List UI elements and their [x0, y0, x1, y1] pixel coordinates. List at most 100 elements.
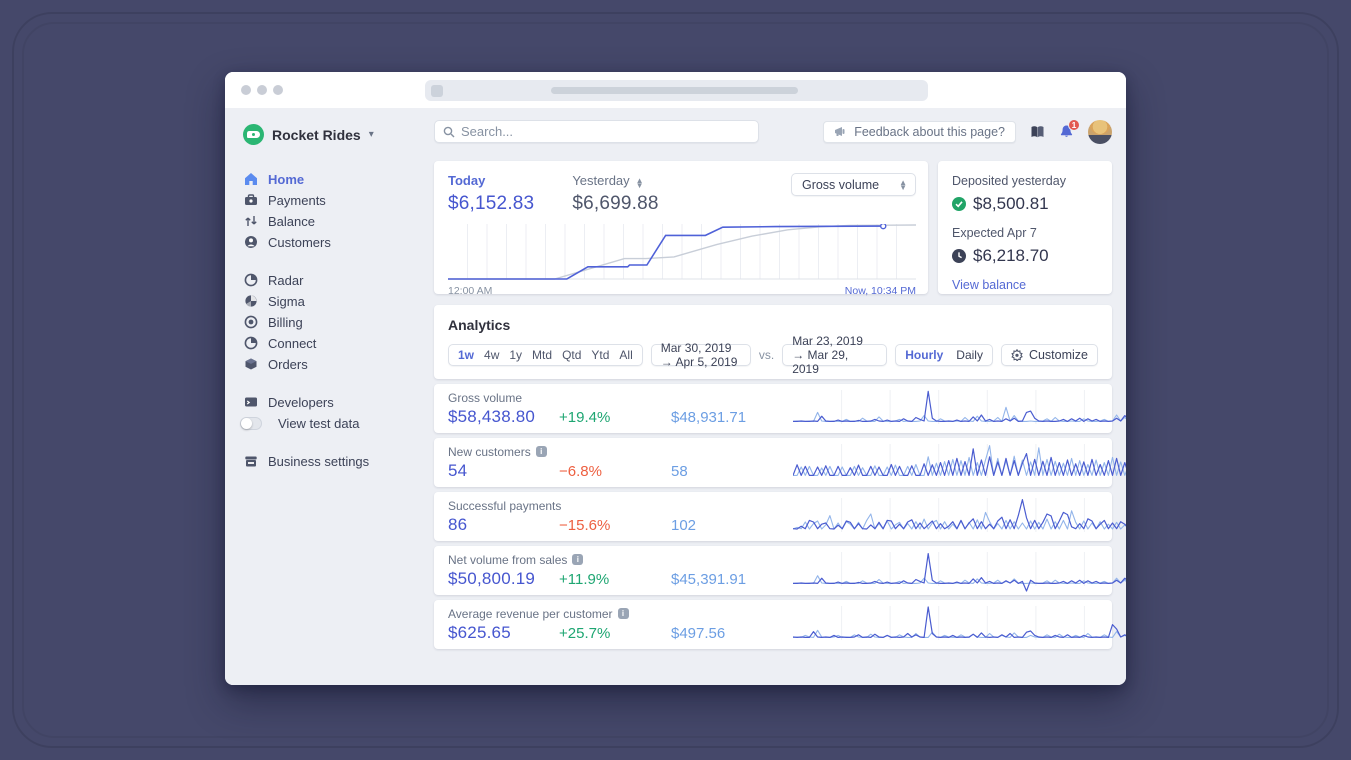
metric-row-successful-payments[interactable]: Successful payments 86 −15.6% 102 [434, 492, 1126, 541]
metric-compare-value: 102 [671, 516, 697, 534]
metric-delta: −6.8% [559, 462, 602, 480]
sidebar-item-orders[interactable]: Orders [243, 354, 420, 374]
metric-row-average-revenue[interactable]: Average revenue per customer i $625.65 +2… [434, 600, 1126, 649]
metric-row-new-customers[interactable]: New customers i 54 −6.8% 58 [434, 438, 1126, 487]
sidebar-item-label: Developers [268, 394, 334, 410]
orders-box-icon [243, 357, 258, 372]
test-data-toggle[interactable] [240, 416, 262, 430]
info-icon[interactable]: i [572, 554, 584, 565]
metric-row-net-volume[interactable]: Net volume from sales i $50,800.19 +11.9%… [434, 546, 1126, 595]
range-segmented-control: 1w 4w 1y Mtd Qtd Ytd All [448, 344, 643, 366]
person-icon [243, 235, 258, 250]
sidebar-item-view-test-data[interactable]: View test data [240, 413, 420, 433]
main-area: Feedback about this page? 1 [420, 108, 1126, 685]
compare-period-picker[interactable]: Mar 23, 2019 → Mar 29, 2019 [782, 334, 888, 376]
granularity-hourly[interactable]: Hourly [905, 348, 943, 362]
sidebar-item-label: Payments [268, 192, 326, 208]
sidebar-item-billing[interactable]: Billing [243, 312, 420, 332]
sidebar-item-connect[interactable]: Connect [243, 333, 420, 353]
storefront-icon [243, 454, 258, 469]
metric-row-gross-volume[interactable]: Gross volume $58,438.80 +19.4% $48,931.7… [434, 384, 1126, 433]
docs-button[interactable] [1030, 125, 1045, 139]
sidebar-item-label: Connect [268, 335, 317, 351]
avatar[interactable] [1088, 119, 1112, 144]
range-all[interactable]: All [614, 348, 637, 362]
metric-label: New customers [448, 444, 531, 459]
address-bar[interactable] [425, 80, 928, 101]
briefcase-icon [243, 193, 258, 208]
volume-overview-card: Today $6,152.83 Yesterday ▲ ▼ $6,699.88 Gr… [434, 161, 928, 297]
sidebar-item-payments[interactable]: Payments [243, 190, 420, 210]
metric-label: Gross volume [448, 390, 523, 405]
feedback-button[interactable]: Feedback about this page? [823, 120, 1016, 143]
range-1y[interactable]: 1y [504, 348, 527, 362]
window-zoom-button[interactable] [273, 85, 283, 95]
deposited-amount: $8,500.81 [973, 194, 1049, 213]
connect-swirl-icon [243, 336, 258, 351]
sidebar-item-sigma[interactable]: Sigma [243, 291, 420, 311]
view-balance-link[interactable]: View balance [952, 278, 1098, 292]
yesterday-label[interactable]: Yesterday ▲ ▼ [572, 173, 658, 190]
today-vs-yesterday-chart [448, 224, 916, 280]
axis-now-label: Now, 10:34 PM [844, 285, 916, 297]
window-close-button[interactable] [241, 85, 251, 95]
sidebar-item-label: Customers [268, 234, 331, 250]
notifications-button[interactable]: 1 [1059, 119, 1080, 139]
radar-icon [243, 273, 258, 288]
metric-value: $625.65 [448, 622, 511, 642]
range-mtd[interactable]: Mtd [527, 348, 557, 362]
clock-icon [952, 249, 966, 263]
search-icon [443, 126, 455, 137]
vs-label: vs. [758, 348, 775, 362]
info-icon[interactable]: i [617, 608, 629, 619]
window-minimize-button[interactable] [257, 85, 267, 95]
metric-delta: +25.7% [559, 624, 611, 642]
metric-value: 86 [448, 514, 468, 534]
sidebar-item-developers[interactable]: Developers [243, 392, 420, 412]
browser-window: Rocket Rides ▾ Home Payments Balance Cus… [225, 72, 1126, 685]
metric-delta: −15.6% [559, 516, 611, 534]
sidebar-item-radar[interactable]: Radar [243, 270, 420, 290]
analytics-header-card: Analytics 1w 4w 1y Mtd Qtd Ytd All Mar 3… [434, 305, 1112, 379]
customize-button[interactable]: Customize [1000, 344, 1098, 366]
granularity-toggle: Hourly Daily [895, 344, 993, 366]
search-box[interactable] [434, 120, 759, 143]
deposited-yesterday-label: Deposited yesterday [952, 174, 1066, 188]
info-icon[interactable]: i [535, 446, 547, 457]
metric-compare-value: $45,391.91 [671, 570, 747, 588]
terminal-icon [243, 395, 258, 410]
range-4w[interactable]: 4w [479, 348, 504, 362]
range-qtd[interactable]: Qtd [557, 348, 586, 362]
sidebar-item-customers[interactable]: Customers [243, 232, 420, 252]
sidebar-item-business-settings[interactable]: Business settings [243, 451, 420, 471]
granularity-daily[interactable]: Daily [956, 348, 983, 362]
sidebar-item-label: Home [268, 171, 305, 187]
sidebar-item-balance[interactable]: Balance [243, 211, 420, 231]
today-label[interactable]: Today [448, 173, 534, 188]
expected-amount: $6,218.70 [973, 246, 1049, 265]
analytics-title: Analytics [448, 317, 511, 333]
metric-compare-value: $48,931.71 [671, 408, 747, 426]
expected-label: Expected Apr 7 [952, 226, 1037, 240]
axis-start-label: 12:00 AM [448, 285, 493, 297]
range-ytd[interactable]: Ytd [586, 348, 614, 362]
search-input[interactable] [461, 124, 750, 139]
sidebar-item-home[interactable]: Home [243, 169, 420, 189]
sidebar-item-label: Radar [268, 272, 304, 288]
yesterday-amount: $6,699.88 [572, 193, 659, 214]
feedback-label: Feedback about this page? [854, 124, 1005, 139]
url-text-placeholder [551, 87, 798, 94]
account-name: Rocket Rides [272, 126, 361, 143]
sigma-pie-icon [243, 294, 258, 309]
account-switcher[interactable]: Rocket Rides ▾ [243, 124, 420, 145]
range-1w[interactable]: 1w [453, 348, 479, 362]
metric-select-dropdown[interactable]: Gross volume ▲ ▼ [790, 173, 916, 196]
metric-compare-value: 58 [671, 462, 688, 480]
sidebar-nav: Home Payments Balance Customers Radar Si… [240, 169, 420, 471]
metric-label: Successful payments [448, 498, 562, 513]
sidebar-item-label: Balance [268, 213, 315, 229]
sidebar-item-label: Orders [268, 356, 308, 372]
home-icon [243, 172, 258, 187]
period-picker[interactable]: Mar 30, 2019 → Apr 5, 2019 [650, 341, 751, 369]
metric-label: Net volume from sales [448, 552, 568, 567]
